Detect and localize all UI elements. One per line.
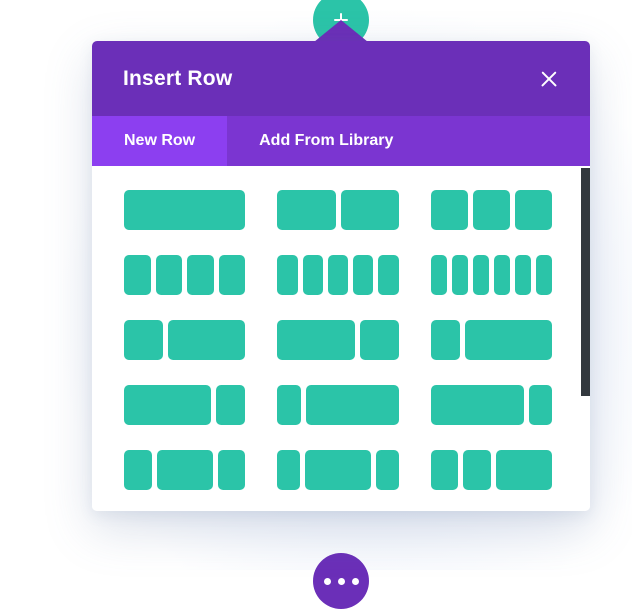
layout-option[interactable] (430, 385, 552, 425)
ellipsis-icon-dot (337, 577, 345, 585)
layout-option[interactable] (277, 190, 399, 230)
layout-option[interactable] (430, 190, 552, 230)
layout-column-block (514, 255, 531, 295)
ellipsis-icon-dot (351, 577, 359, 585)
layout-column-block (277, 385, 301, 425)
modal-pointer-notch (314, 20, 368, 42)
layout-column-block (464, 320, 552, 360)
layout-option[interactable] (124, 320, 246, 360)
layout-column-block (304, 450, 372, 490)
layout-column-block (156, 450, 213, 490)
layout-column-block (124, 320, 163, 360)
tab-new-row[interactable]: New Row (92, 116, 228, 166)
page-title: Insert Row (123, 66, 233, 90)
layout-grid (92, 190, 590, 490)
layout-column-block (376, 450, 399, 490)
layout-column-block (302, 255, 323, 295)
layout-column-block (124, 385, 212, 425)
scrollbar-track[interactable] (581, 166, 590, 511)
layout-column-block (167, 320, 246, 360)
layout-column-block (451, 255, 468, 295)
layout-column-block (218, 255, 246, 295)
insert-row-modal: Insert Row New Row Add From Library (92, 41, 590, 511)
layout-column-block (472, 190, 510, 230)
tab-bar: New Row Add From Library (92, 116, 590, 166)
layout-column-block (277, 450, 300, 490)
layout-column-block (124, 190, 246, 230)
layout-column-block (535, 255, 553, 295)
layout-column-block (277, 320, 355, 360)
layout-column-block (217, 450, 246, 490)
tab-add-from-library[interactable]: Add From Library (227, 116, 425, 166)
layout-column-block (430, 320, 460, 360)
layout-option[interactable] (277, 450, 399, 490)
layout-column-block (514, 190, 552, 230)
layout-column-block (528, 385, 552, 425)
layout-options-panel (92, 166, 590, 511)
layout-column-block (359, 320, 399, 360)
layout-column-block (327, 255, 349, 295)
layout-column-block (277, 190, 336, 230)
layout-option[interactable] (277, 255, 399, 295)
layout-column-block (155, 255, 183, 295)
layout-option[interactable] (124, 450, 246, 490)
layout-option[interactable] (277, 320, 399, 360)
close-icon[interactable] (534, 64, 564, 94)
layout-column-block (430, 255, 447, 295)
layout-column-block (277, 255, 298, 295)
layout-column-block (305, 385, 399, 425)
layout-column-block (493, 255, 510, 295)
layout-column-block (472, 255, 489, 295)
layout-option[interactable] (124, 190, 246, 230)
modal-header: Insert Row (92, 41, 590, 116)
layout-option[interactable] (430, 320, 552, 360)
layout-option[interactable] (277, 385, 399, 425)
layout-column-block (430, 385, 524, 425)
layout-option[interactable] (124, 255, 246, 295)
ellipsis-icon-dot (323, 577, 331, 585)
layout-option[interactable] (124, 385, 246, 425)
layout-option[interactable] (430, 255, 553, 295)
layout-column-block (430, 450, 459, 490)
layout-column-block (430, 190, 468, 230)
layout-column-block (340, 190, 399, 230)
layout-column-block (496, 450, 552, 490)
layout-column-block (378, 255, 399, 295)
layout-option[interactable] (430, 450, 552, 490)
layout-column-block (216, 385, 246, 425)
layout-column-block (463, 450, 492, 490)
layout-column-block (187, 255, 214, 295)
scrollbar-thumb[interactable] (581, 168, 590, 396)
layout-column-block (124, 255, 151, 295)
layout-column-block (124, 450, 152, 490)
layout-column-block (353, 255, 374, 295)
more-options-button[interactable] (313, 553, 369, 609)
